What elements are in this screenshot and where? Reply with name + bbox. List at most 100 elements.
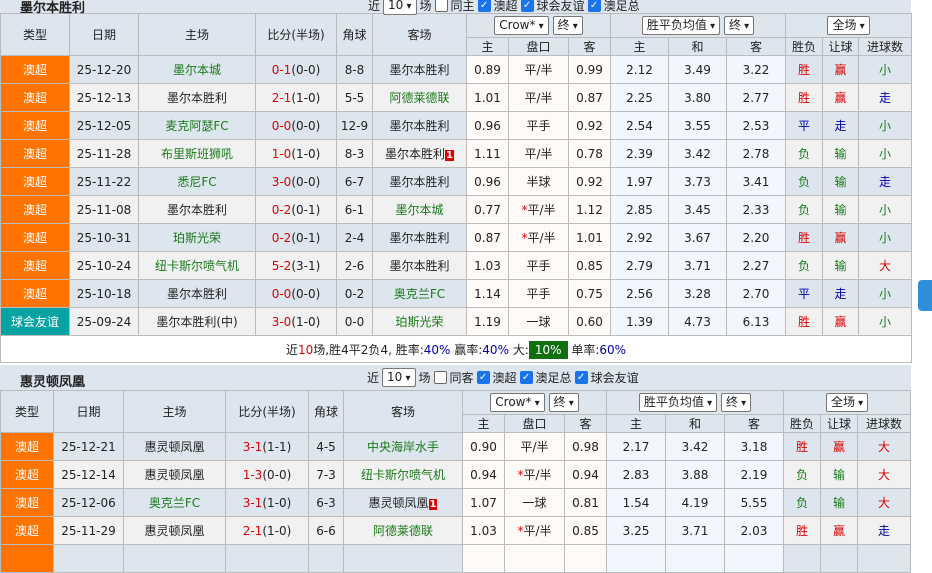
score[interactable]: 1-0(1-0) bbox=[255, 139, 337, 168]
match-row[interactable]: 澳超 25-11-28 布里斯班狮吼 1-0(1-0) 8-3 墨尔本胜利1 1… bbox=[0, 139, 913, 168]
league-badge[interactable]: 球会友谊 bbox=[0, 307, 70, 336]
score[interactable]: 1-3(0-0) bbox=[225, 460, 309, 489]
score[interactable]: 3-1(1-1) bbox=[225, 432, 309, 461]
match-row[interactable]: 澳超 25-12-13 墨尔本胜利 2-1(1-0) 5-5 阿德莱德联 1.0… bbox=[0, 83, 913, 112]
away-team[interactable]: 纽卡斯尔喷气机 bbox=[343, 460, 463, 489]
result-handicap: 走 bbox=[822, 111, 860, 140]
filter-checkbox[interactable]: ✓ bbox=[476, 371, 490, 384]
league-badge[interactable]: 澳超 bbox=[0, 432, 54, 461]
league-badge[interactable]: 澳超 bbox=[0, 251, 70, 280]
odds-type-select[interactable]: 胜平负均值 bbox=[638, 393, 718, 412]
league-badge[interactable]: 澳超 bbox=[0, 139, 70, 168]
home-team[interactable]: 惠灵顿凤凰 bbox=[123, 460, 226, 489]
away-team[interactable]: 墨尔本胜利 bbox=[372, 55, 467, 84]
score[interactable]: 3-0(1-0) bbox=[255, 307, 337, 336]
away-team[interactable]: 墨尔本胜利 bbox=[372, 223, 467, 252]
handicap-stage-select[interactable]: 终 bbox=[548, 393, 579, 412]
handicap-stage-select[interactable]: 终 bbox=[552, 16, 583, 35]
home-team[interactable]: 悉尼FC bbox=[138, 167, 256, 196]
summary-p7: 大: bbox=[508, 342, 529, 357]
home-team[interactable]: 墨尔本胜利 bbox=[138, 195, 256, 224]
away-team[interactable]: 阿德莱德联 bbox=[343, 516, 463, 545]
scope-select[interactable]: 全场 bbox=[827, 16, 870, 35]
match-row[interactable]: 球会友谊 25-09-24 墨尔本胜利(中) 3-0(1-0) 0-0 珀斯光荣… bbox=[0, 307, 913, 336]
home-team[interactable]: 布里斯班狮吼 bbox=[138, 139, 256, 168]
away-team[interactable]: 墨尔本胜利 bbox=[372, 111, 467, 140]
league-badge[interactable]: 澳超 bbox=[0, 111, 70, 140]
summary-p8: 单率: bbox=[567, 342, 600, 357]
home-team[interactable]: 墨尔本胜利 bbox=[138, 83, 256, 112]
league-badge[interactable]: 澳超 bbox=[0, 223, 70, 252]
score[interactable]: 5-2(3-1) bbox=[255, 251, 337, 280]
league-badge[interactable]: 澳超 bbox=[0, 516, 54, 545]
away-team[interactable]: 阿德莱德联 bbox=[372, 83, 467, 112]
away-team[interactable]: 墨尔本胜利 bbox=[372, 251, 467, 280]
home-team[interactable]: 珀斯光荣 bbox=[138, 223, 256, 252]
score[interactable]: 0-0(0-0) bbox=[255, 279, 337, 308]
away-team[interactable]: 墨尔本胜利1 bbox=[372, 139, 467, 168]
recent-count-select[interactable]: 10 bbox=[383, 0, 417, 15]
score[interactable]: 0-2(0-1) bbox=[255, 223, 337, 252]
odds-stage-select[interactable]: 终 bbox=[723, 16, 755, 35]
away-team[interactable]: 中央海岸水手 bbox=[343, 432, 463, 461]
result-wl: 平 bbox=[785, 279, 824, 308]
league-badge[interactable]: 澳超 bbox=[0, 279, 70, 308]
match-row[interactable]: 澳超 25-12-14 惠灵顿凤凰 1-3(0-0) 7-3 纽卡斯尔喷气机 0… bbox=[0, 460, 912, 489]
match-row-partial[interactable] bbox=[0, 544, 912, 573]
odds-stage-select[interactable]: 终 bbox=[720, 393, 752, 412]
match-row[interactable]: 澳超 25-12-20 墨尔本城 0-1(0-0) 8-8 墨尔本胜利 0.89… bbox=[0, 55, 913, 84]
match-row[interactable]: 澳超 25-10-24 纽卡斯尔喷气机 5-2(3-1) 2-6 墨尔本胜利 1… bbox=[0, 251, 913, 280]
home-team[interactable]: 惠灵顿凤凰 bbox=[123, 516, 226, 545]
away-team[interactable]: 墨尔本胜利 bbox=[372, 167, 467, 196]
filter-checkbox[interactable]: ✓ bbox=[519, 371, 533, 384]
home-team[interactable]: 墨尔本城 bbox=[138, 55, 256, 84]
home-team[interactable]: 墨尔本胜利 bbox=[138, 279, 256, 308]
score[interactable]: 0-1(0-0) bbox=[255, 55, 337, 84]
scope-select[interactable]: 全场 bbox=[825, 393, 869, 412]
filter-checkbox[interactable]: ✓ bbox=[587, 0, 601, 12]
bookmaker-select[interactable]: Crow* bbox=[490, 393, 545, 412]
league-badge[interactable]: 澳超 bbox=[0, 167, 70, 196]
league-badge[interactable]: 澳超 bbox=[0, 83, 70, 112]
odds-away: 2.70 bbox=[726, 279, 787, 308]
match-row[interactable]: 澳超 25-11-08 墨尔本胜利 0-2(0-1) 6-1 墨尔本城 0.77… bbox=[0, 195, 913, 224]
match-row[interactable]: 澳超 25-12-21 惠灵顿凤凰 3-1(1-1) 4-5 中央海岸水手 0.… bbox=[0, 432, 912, 461]
home-team[interactable]: 墨尔本胜利(中) bbox=[138, 307, 256, 336]
score[interactable]: 2-1(1-0) bbox=[225, 516, 309, 545]
away-team[interactable]: 奥克兰FC bbox=[372, 279, 467, 308]
result-ou: 小 bbox=[858, 195, 913, 224]
same-side-checkbox[interactable] bbox=[434, 0, 448, 12]
side-float-tab[interactable] bbox=[918, 280, 932, 311]
away-team[interactable]: 惠灵顿凤凰1 bbox=[343, 488, 463, 517]
league-badge[interactable]: 澳超 bbox=[0, 460, 54, 489]
score[interactable]: 0-2(0-1) bbox=[255, 195, 337, 224]
league-badge[interactable]: 澳超 bbox=[0, 488, 54, 517]
recent-count-select[interactable]: 10 bbox=[382, 368, 416, 387]
home-team[interactable]: 麦克阿瑟FC bbox=[138, 111, 256, 140]
result-handicap: 赢 bbox=[822, 55, 860, 84]
corners: 6-7 bbox=[336, 167, 373, 196]
league-badge[interactable]: 澳超 bbox=[0, 55, 70, 84]
score[interactable]: 3-0(0-0) bbox=[255, 167, 337, 196]
match-row[interactable]: 澳超 25-11-22 悉尼FC 3-0(0-0) 6-7 墨尔本胜利 0.96… bbox=[0, 167, 913, 196]
home-team[interactable]: 惠灵顿凤凰 bbox=[123, 432, 226, 461]
filter-checkbox[interactable]: ✓ bbox=[477, 0, 491, 12]
home-team[interactable]: 纽卡斯尔喷气机 bbox=[138, 251, 256, 280]
score[interactable]: 0-0(0-0) bbox=[255, 111, 337, 140]
away-team[interactable]: 墨尔本城 bbox=[372, 195, 467, 224]
bookmaker-select[interactable]: Crow* bbox=[494, 16, 549, 35]
match-row[interactable]: 澳超 25-12-05 麦克阿瑟FC 0-0(0-0) 12-9 墨尔本胜利 0… bbox=[0, 111, 913, 140]
home-team[interactable]: 奥克兰FC bbox=[123, 488, 226, 517]
match-row[interactable]: 澳超 25-12-06 奥克兰FC 3-1(1-0) 6-3 惠灵顿凤凰1 1.… bbox=[0, 488, 912, 517]
league-badge[interactable]: 澳超 bbox=[0, 195, 70, 224]
filter-checkbox[interactable]: ✓ bbox=[574, 371, 588, 384]
same-side-checkbox[interactable] bbox=[433, 371, 447, 384]
odds-type-select[interactable]: 胜平负均值 bbox=[641, 16, 721, 35]
match-row[interactable]: 澳超 25-10-31 珀斯光荣 0-2(0-1) 2-4 墨尔本胜利 0.87… bbox=[0, 223, 913, 252]
score[interactable]: 3-1(1-0) bbox=[225, 488, 309, 517]
away-team[interactable]: 珀斯光荣 bbox=[372, 307, 467, 336]
filter-checkbox[interactable]: ✓ bbox=[520, 0, 534, 12]
match-row[interactable]: 澳超 25-11-29 惠灵顿凤凰 2-1(1-0) 6-6 阿德莱德联 1.0… bbox=[0, 516, 912, 545]
score[interactable]: 2-1(1-0) bbox=[255, 83, 337, 112]
match-row[interactable]: 澳超 25-10-18 墨尔本胜利 0-0(0-0) 0-2 奥克兰FC 1.1… bbox=[0, 279, 913, 308]
